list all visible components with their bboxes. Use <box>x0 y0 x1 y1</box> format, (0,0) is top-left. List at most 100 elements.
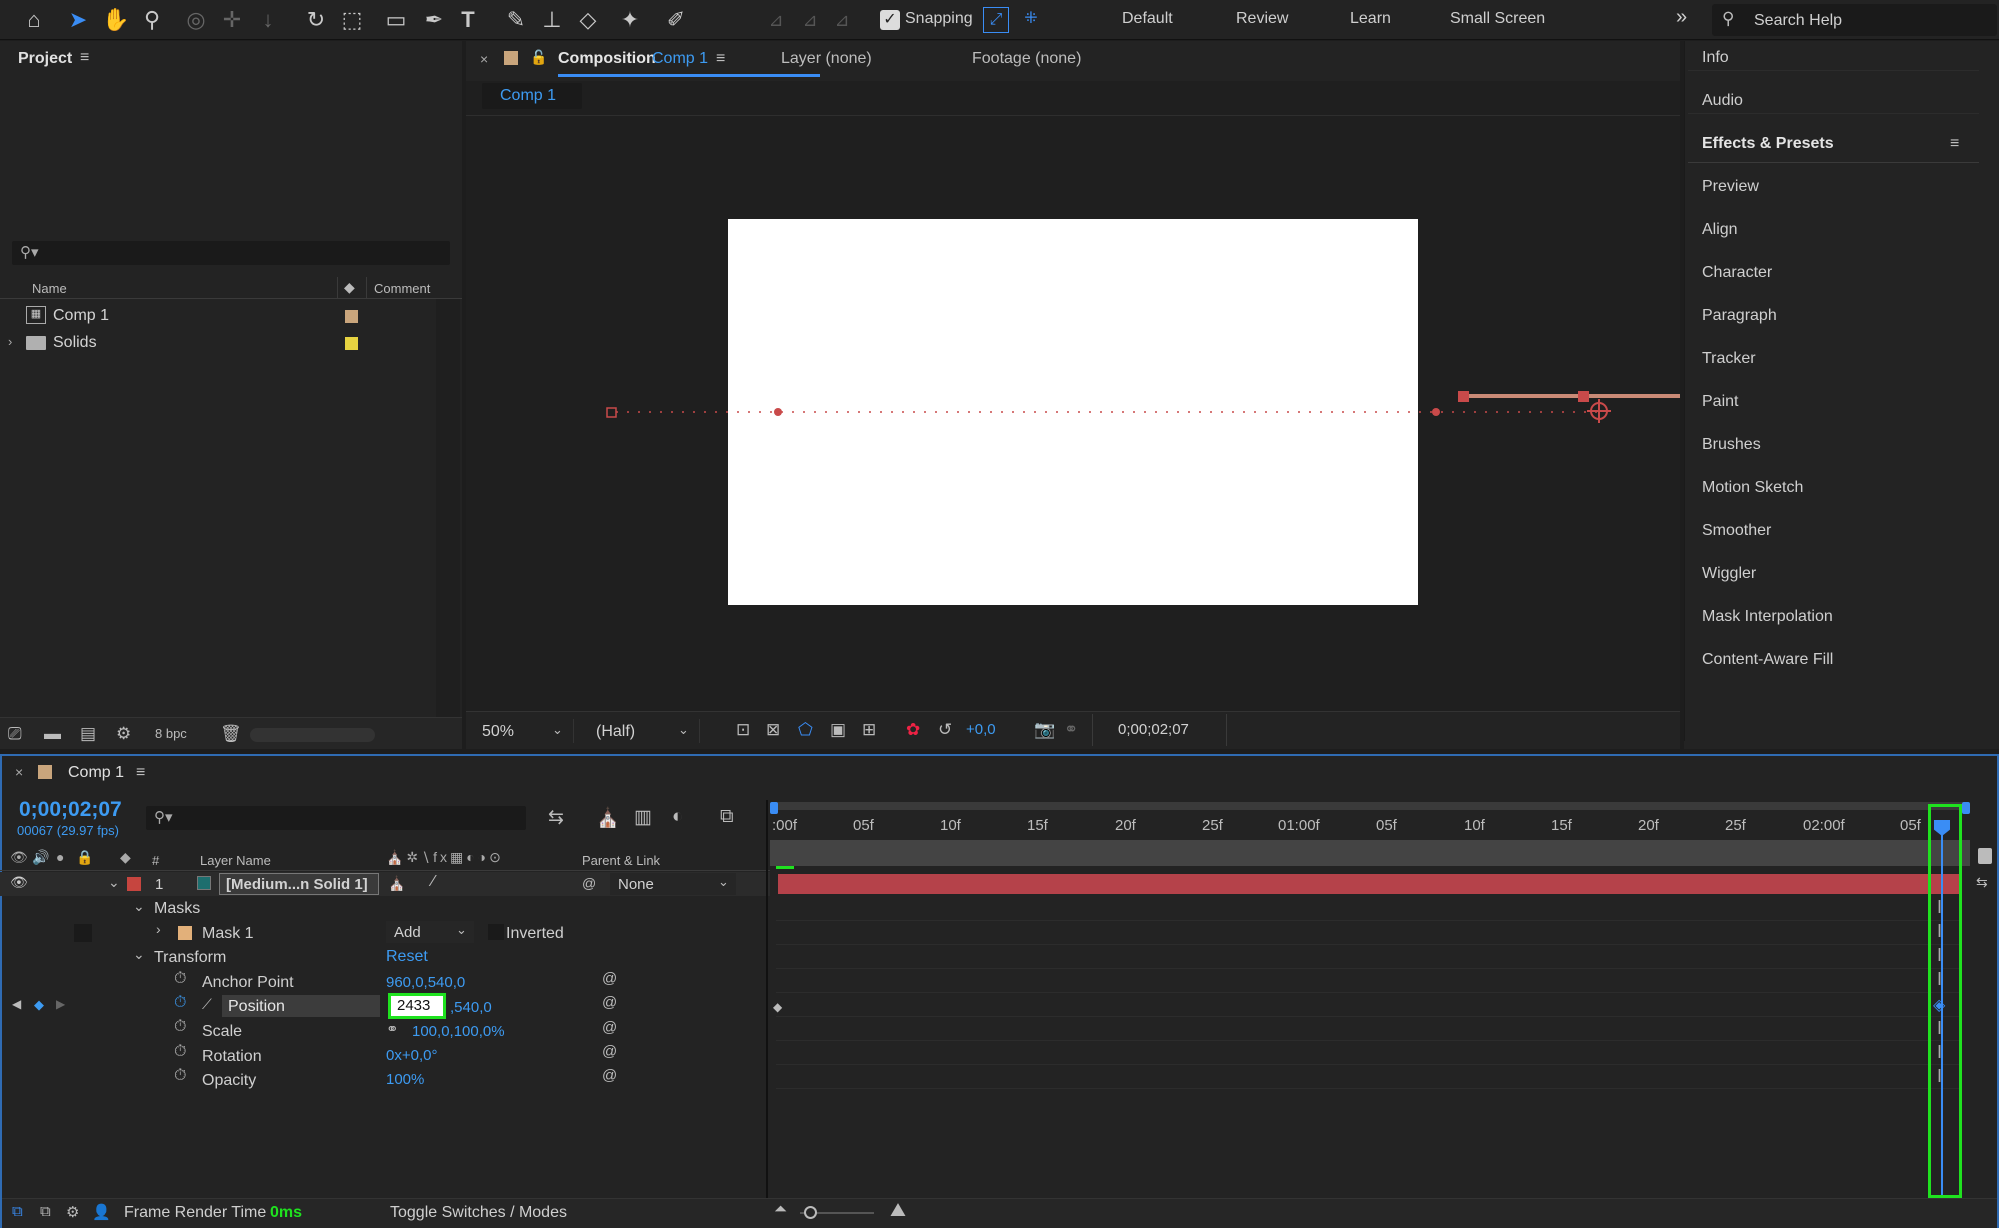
label-color-swatch[interactable] <box>178 926 192 940</box>
stopwatch-icon[interactable]: ⏱ <box>174 1018 186 1036</box>
axis-world-icon[interactable]: ⊿ <box>794 4 826 36</box>
pickwhip-icon[interactable]: @ <box>582 875 596 891</box>
magnification-dropdown[interactable]: 50% ⌄ <box>474 719 574 743</box>
anchor-point-value[interactable]: 960,0,540,0 <box>386 974 465 991</box>
new-folder-icon[interactable]: ▬ <box>44 724 61 744</box>
composition-flowchart-icon[interactable]: ⇆ <box>548 806 564 829</box>
opacity-value[interactable]: 100% <box>386 1071 424 1088</box>
workspace-default[interactable]: Default <box>1122 10 1173 28</box>
constrain-proportions-icon[interactable]: ⚭ <box>386 1020 399 1038</box>
hand-tool-icon[interactable]: ✋ <box>100 4 132 36</box>
thumbnail-size-slider[interactable] <box>250 728 375 742</box>
mask-visibility-icon[interactable]: ⬠ <box>798 720 813 740</box>
masks-group-label[interactable]: Masks <box>154 900 200 918</box>
zoom-slider-handle[interactable] <box>804 1206 817 1219</box>
audio-switch-icon[interactable]: 🔊 <box>32 849 49 866</box>
home-icon[interactable]: ⌂ <box>18 4 50 36</box>
name-column-header[interactable]: Name <box>32 281 67 296</box>
timeline-search-input[interactable]: ⚲▾ <box>146 806 526 830</box>
pan-camera-icon[interactable]: ✛ <box>216 4 248 36</box>
snapping-checkbox[interactable]: ✓ <box>880 10 900 30</box>
layer-switches-icons[interactable]: ⛪✲∖fx▦◐◑⊙ <box>386 849 504 866</box>
axis-local-icon[interactable]: ⊿ <box>760 4 792 36</box>
selection-tool-icon[interactable]: ➤ <box>62 4 94 36</box>
workspace-small-screen[interactable]: Small Screen <box>1450 10 1545 28</box>
label-color-swatch[interactable] <box>127 877 141 891</box>
dolly-camera-icon[interactable]: ↓ <box>252 4 284 36</box>
mask-name[interactable]: Mask 1 <box>202 925 254 943</box>
toggle-switches-modes-button[interactable]: Toggle Switches / Modes <box>390 1204 567 1222</box>
video-switch-icon[interactable]: 👁 <box>10 849 28 866</box>
panel-audio[interactable]: Audio <box>1702 92 1743 110</box>
trash-icon[interactable]: 🗑 <box>220 724 242 744</box>
parent-dropdown[interactable]: None ⌄ <box>610 873 736 895</box>
orbit-camera-icon[interactable]: ◎ <box>180 4 212 36</box>
shy-switch-icon[interactable]: ⛪ <box>388 875 405 892</box>
index-column-header[interactable]: # <box>152 853 159 868</box>
frame-blending-icon[interactable]: ▥ <box>634 806 652 829</box>
roto-brush-icon[interactable]: ✦ <box>614 4 646 36</box>
add-keyframe-icon[interactable]: ◆ <box>34 997 44 1013</box>
label-tag-icon[interactable]: ◆ <box>120 849 131 866</box>
label-color-swatch[interactable] <box>345 337 358 350</box>
graph-icon[interactable]: ⟋ <box>202 996 212 1013</box>
panel-paragraph[interactable]: Paragraph <box>1702 307 1777 325</box>
position-x-input[interactable]: 2433 <box>388 993 446 1019</box>
pan-behind-icon[interactable]: ⬚ <box>336 4 368 36</box>
search-help-input[interactable]: ⚲ Search Help <box>1712 4 1997 36</box>
comp-marker-bin-icon[interactable] <box>1978 848 1992 864</box>
panel-paint[interactable]: Paint <box>1702 393 1738 411</box>
panel-brushes[interactable]: Brushes <box>1702 436 1761 454</box>
project-item[interactable]: ▦ Comp 1 ⛶ <box>0 303 462 329</box>
solo-switch-icon[interactable]: ● <box>56 849 64 865</box>
axis-view-icon[interactable]: ⊿ <box>826 4 858 36</box>
chevron-right-icon[interactable]: › <box>8 334 12 349</box>
work-area-end-handle[interactable] <box>1962 802 1970 814</box>
eye-icon[interactable]: 👁 <box>10 874 28 891</box>
shy-layers-icon[interactable]: ⛪ <box>596 806 620 830</box>
type-tool-icon[interactable]: T <box>452 4 484 36</box>
expression-pickwhip-icon[interactable]: @ <box>602 1019 617 1036</box>
new-composition-icon[interactable]: ▤ <box>80 724 96 744</box>
eraser-tool-icon[interactable]: ◇ <box>572 4 604 36</box>
panel-menu-icon[interactable]: ≡ <box>136 764 145 782</box>
comment-column-header[interactable]: Comment <box>374 281 430 296</box>
work-area-start-handle[interactable] <box>770 802 778 814</box>
work-area-bar[interactable] <box>770 802 1970 810</box>
parent-link-column-header[interactable]: Parent & Link <box>582 853 660 868</box>
clone-stamp-icon[interactable]: ⊥ <box>536 4 568 36</box>
stopwatch-icon[interactable]: ⏱ <box>174 1067 186 1085</box>
snapshot-icon[interactable]: 📷 <box>1034 720 1055 740</box>
expression-pickwhip-icon[interactable]: @ <box>602 1067 617 1084</box>
graph-editor-icon[interactable]: ⧉ <box>720 806 734 828</box>
chevron-down-icon[interactable]: ⌄ <box>133 898 145 915</box>
workspace-review[interactable]: Review <box>1236 10 1288 28</box>
zoom-in-icon[interactable]: ⛰ <box>890 1200 906 1222</box>
zoom-out-icon[interactable]: ⏶ <box>774 1201 787 1219</box>
rotate-tool-icon[interactable]: ↻ <box>300 4 332 36</box>
timeline-tab-name[interactable]: Comp 1 <box>68 764 124 782</box>
rotation-value[interactable]: 0x+0,0° <box>386 1047 437 1064</box>
interpret-footage-icon[interactable]: ⎚ <box>8 724 22 744</box>
panel-info[interactable]: Info <box>1702 49 1729 67</box>
stopwatch-icon[interactable]: ⏱ <box>174 994 186 1012</box>
project-item[interactable]: › Solids <box>0 330 462 356</box>
puppet-pin-icon[interactable]: ✐ <box>660 4 692 36</box>
render-time-icon[interactable]: 👤 <box>92 1203 111 1221</box>
mask-lock-box[interactable] <box>74 924 92 942</box>
pen-tool-icon[interactable]: ✒ <box>418 4 450 36</box>
next-keyframe-icon[interactable]: ▶ <box>56 997 65 1011</box>
chevron-right-icon[interactable]: › <box>156 921 161 937</box>
stopwatch-icon[interactable]: ⏱ <box>174 970 186 988</box>
layer-duration-bar[interactable] <box>778 874 1960 894</box>
layer-end-icon[interactable]: ⇆ <box>1976 874 1988 891</box>
snap-features-icon[interactable]: ⁜ <box>1018 7 1044 33</box>
resolution-dropdown[interactable]: (Half) ⌄ <box>588 719 700 743</box>
chevron-down-icon[interactable]: ⌄ <box>108 874 120 891</box>
mask-mode-dropdown[interactable]: Add ⌄ <box>386 921 474 943</box>
panel-content-aware-fill[interactable]: Content-Aware Fill <box>1702 651 1833 669</box>
panel-preview[interactable]: Preview <box>1702 178 1759 196</box>
time-navigator[interactable] <box>770 840 1970 866</box>
zoom-tool-icon[interactable]: ⚲ <box>136 4 168 36</box>
panel-align[interactable]: Align <box>1702 221 1738 239</box>
